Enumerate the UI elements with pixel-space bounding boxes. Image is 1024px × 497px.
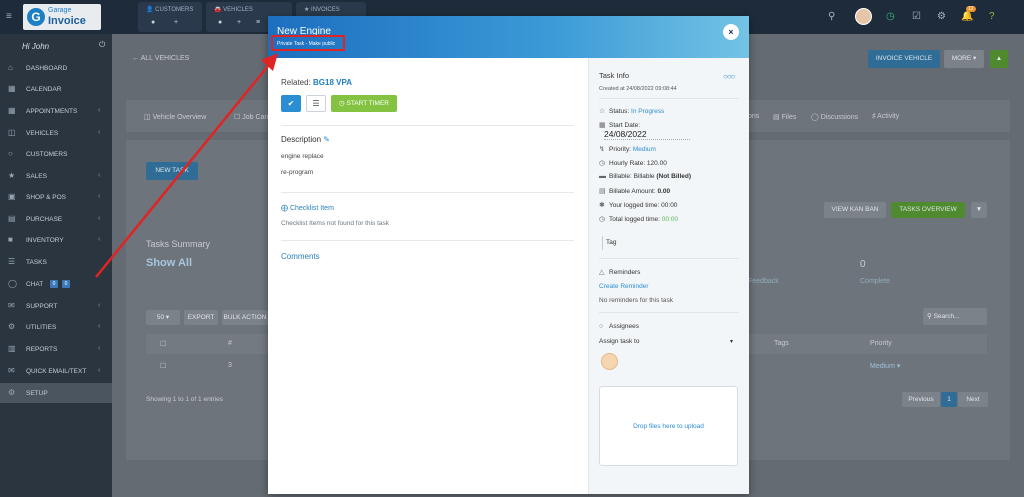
annotation-arrow xyxy=(95,53,278,278)
arrow-head xyxy=(261,53,278,71)
arrow-line xyxy=(95,65,269,278)
